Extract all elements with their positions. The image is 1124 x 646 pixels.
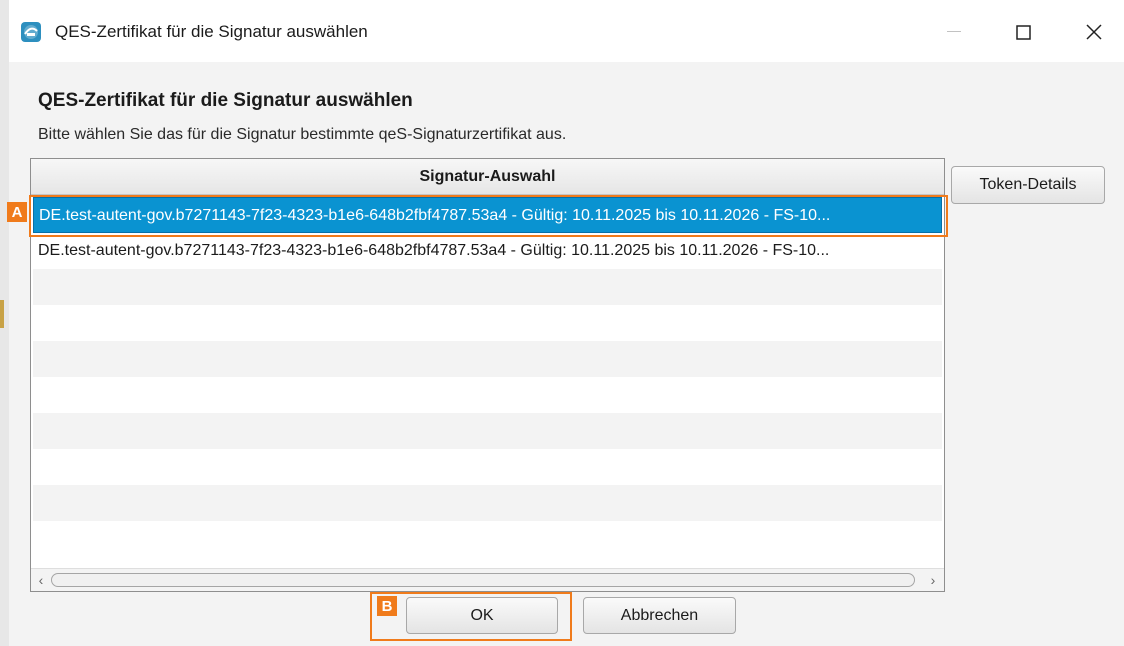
token-details-button[interactable]: Token-Details [951,166,1105,204]
title-bar[interactable]: QES-Zertifikat für die Signatur auswähle… [9,0,1124,62]
minimize-icon[interactable] [931,14,977,50]
window-title: QES-Zertifikat für die Signatur auswähle… [55,22,368,41]
table-row-empty [33,521,942,557]
annotation-label-b: B [377,596,397,616]
dialog-description: Bitte wählen Sie das für die Signatur be… [38,126,567,143]
app-logo-icon [21,22,41,42]
column-header-signatur-auswahl[interactable]: Signatur-Auswahl [31,159,944,195]
annotation-label-a: A [7,202,27,222]
scroll-right-icon[interactable]: › [925,571,941,589]
table-row[interactable]: DE.test-autent-gov.b7271143-7f23-4323-b1… [33,233,942,269]
cancel-button[interactable]: Abbrechen [583,597,736,634]
maximize-icon[interactable] [1000,14,1046,50]
table-row-empty [33,449,942,485]
close-icon[interactable] [1071,14,1117,50]
signature-selection-table[interactable]: Signatur-Auswahl DE.test-autent-gov.b727… [30,158,945,592]
ok-button[interactable]: OK [406,597,558,634]
table-row-empty [33,485,942,521]
certificate-dialog: QES-Zertifikat für die Signatur auswähle… [7,0,1124,646]
scrollbar-thumb[interactable] [51,573,915,587]
horizontal-scrollbar[interactable]: ‹ › [31,568,944,591]
background-window-accent [0,300,4,328]
table-row-empty [33,341,942,377]
table-row-empty [33,377,942,413]
table-row-empty [33,413,942,449]
dialog-heading: QES-Zertifikat für die Signatur auswähle… [38,90,413,111]
table-row-empty [33,269,942,305]
table-row-empty [33,305,942,341]
table-row-selected[interactable]: DE.test-autent-gov.b7271143-7f23-4323-b1… [33,197,942,233]
scroll-left-icon[interactable]: ‹ [33,571,49,589]
